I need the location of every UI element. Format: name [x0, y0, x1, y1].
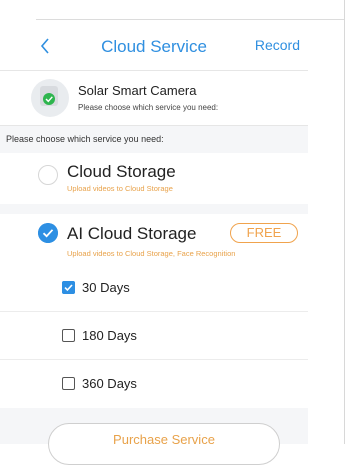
purchase-service-button[interactable]: Purchase Service [48, 423, 280, 465]
option-subtitle: Upload videos to Cloud Storage, Face Rec… [67, 249, 236, 258]
device-name: Solar Smart Camera [78, 83, 197, 98]
device-card: Solar Smart Camera Please choose which s… [0, 70, 308, 126]
frame-border [344, 0, 345, 444]
duration-row-30[interactable]: 30 Days [0, 264, 308, 312]
duration-label: 30 Days [82, 280, 130, 295]
duration-row-180[interactable]: 180 Days [0, 312, 308, 360]
checkbox-unchecked-icon[interactable] [62, 377, 75, 390]
option-subtitle: Upload videos to Cloud Storage [67, 184, 173, 193]
radio-checked-icon[interactable] [38, 223, 58, 243]
radio-unchecked-icon[interactable] [38, 165, 58, 185]
option-ai-cloud-storage[interactable]: AI Cloud Storage FREE Upload videos to C… [0, 214, 308, 271]
checkbox-unchecked-icon[interactable] [62, 329, 75, 342]
duration-label: 180 Days [82, 328, 137, 343]
duration-label: 360 Days [82, 376, 137, 391]
option-cloud-storage[interactable]: Cloud Storage Upload videos to Cloud Sto… [0, 153, 308, 204]
duration-list: 30 Days 180 Days 360 Days [0, 264, 308, 408]
duration-row-360[interactable]: 360 Days [0, 360, 308, 407]
section-label: Please choose which service you need: [6, 134, 164, 144]
device-subtitle: Please choose which service you need: [78, 103, 219, 112]
checkbox-checked-icon[interactable] [62, 281, 75, 294]
header-bar: Cloud Service Record [0, 20, 308, 70]
free-badge: FREE [230, 223, 298, 243]
option-title: AI Cloud Storage [67, 224, 197, 243]
record-link[interactable]: Record [255, 37, 300, 53]
camera-icon [31, 79, 69, 117]
option-title: Cloud Storage [67, 162, 176, 181]
